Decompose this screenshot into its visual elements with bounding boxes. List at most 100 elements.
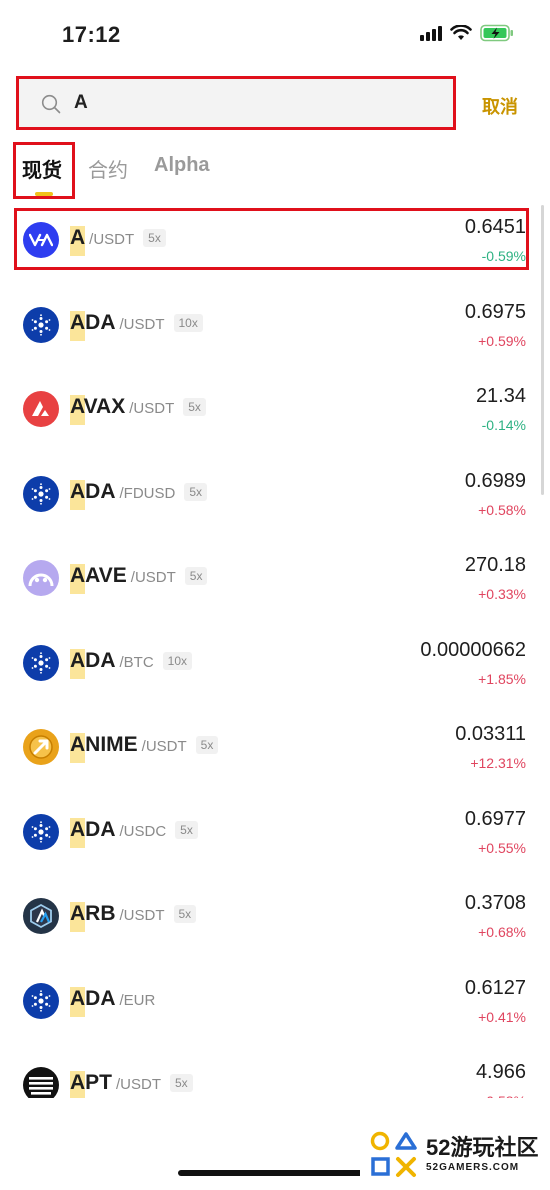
scrollbar[interactable] [541,205,544,495]
last-price: 0.3708 [464,892,526,914]
cardano-icon [23,813,59,850]
last-price: 0.6977 [464,807,526,830]
pair-row[interactable]: ADA/BTC 10x 0.00000662 +1.85% [0,623,540,708]
search-match-highlight [70,1071,85,1098]
search-match-highlight [70,564,85,594]
anime-icon [23,729,59,765]
last-price: 0.00000662 [420,638,526,661]
cardano-icon [23,475,59,512]
quote-currency: /USDT [89,231,135,248]
leverage-badge: 5x [173,905,197,923]
watermark-logo-icon [370,1131,417,1177]
home-indicator[interactable] [178,1170,373,1176]
base-symbol: AVAX [70,395,125,425]
search-match-highlight [70,310,85,341]
pair-name: ADA/EUR [70,986,156,1017]
base-symbol: ADA [70,648,116,679]
leverage-badge: 5x [170,1074,193,1092]
quote-currency: /EUR [119,991,156,1009]
status-icons [420,24,514,42]
price-change: +0.33% [478,586,526,602]
watermark-subtitle: 52GAMERS.COM [426,1162,520,1173]
search-match-highlight [70,986,85,1017]
base-symbol: ARB [70,902,116,932]
price-change: +12.31% [470,755,526,771]
quote-currency: /USDT [141,738,187,755]
leverage-badge: 5x [143,229,166,247]
pair-name: AAVE/USDT 5x [70,564,208,594]
leverage-badge: 5x [184,482,208,501]
price-change: +1.85% [478,670,526,687]
pair-row[interactable]: AAVE/USDT 5x 270.18 +0.33% [0,538,540,623]
last-price: 21.34 [475,385,526,407]
wifi-icon [450,25,472,40]
pair-row[interactable]: AVAX/USDT 5x 21.34 -0.14% [0,369,540,454]
cellular-signal-icon [420,25,442,41]
pair-row[interactable]: ARB/USDT 5x 0.3708 +0.68% [0,876,540,961]
watermark: 52游玩社区 52GAMERS.COM [360,1115,550,1190]
pair-name: ADA/USDT 10x [70,310,203,341]
quote-currency: /USDT [130,569,176,586]
avalanche-icon [23,391,59,427]
quote-currency: /USDT [116,1076,161,1093]
price-change: +0.68% [478,924,526,940]
price-change: -0.14% [481,417,526,433]
price-change: +0.59% [478,332,526,349]
last-price: 0.6451 [464,216,526,238]
active-tab-indicator [35,192,53,196]
aave-icon [23,560,59,596]
search-icon [41,94,61,114]
cardano-icon [23,306,59,343]
pair-row[interactable]: A/USDT 5x 0.6451 -0.59% [0,200,540,285]
pair-row[interactable]: ADA/USDT 10x 0.6975 +0.59% [0,285,540,370]
pair-row[interactable]: ADA/EUR 0.6127 +0.41% [0,961,540,1046]
pair-name: APT/USDT 5x [70,1071,193,1098]
price-change: +0.58% [478,1093,526,1098]
last-price: 0.03311 [455,723,526,745]
search-input[interactable]: A [74,92,88,114]
cardano-icon [23,982,59,1019]
last-price: 0.6975 [464,300,526,323]
leverage-badge: 5x [195,736,219,754]
watermark-title: 52游玩社区 [426,1135,539,1160]
search-box[interactable]: A [16,76,456,130]
tab-spot[interactable]: 现货 [22,154,62,183]
arbitrum-icon [23,898,59,934]
search-match-highlight [70,648,85,679]
cardano-icon [23,644,59,681]
search-match-highlight [70,479,85,510]
tab-alpha[interactable]: Alpha [154,154,210,177]
base-symbol: APT [70,1071,112,1098]
last-price: 0.6127 [464,976,526,999]
search-match-highlight [70,902,85,932]
base-symbol: ANIME [70,733,138,763]
pair-name: ADA/FDUSD 5x [70,479,208,510]
pair-name: ANIME/USDT 5x [70,733,219,763]
price-change: +0.41% [478,1008,526,1025]
leverage-badge: 5x [184,567,208,585]
pair-row[interactable]: ANIME/USDT 5x 0.03311 +12.31% [0,707,540,792]
base-symbol: ADA [70,310,116,341]
leverage-badge: 5x [175,820,198,839]
leverage-badge: 10x [173,313,203,332]
pair-row[interactable]: ADA/USDC 5x 0.6977 +0.55% [0,792,540,877]
pair-row[interactable]: ADA/FDUSD 5x 0.6989 +0.58% [0,454,540,539]
leverage-badge: 5x [183,398,206,416]
price-change: +0.55% [478,839,526,856]
search-match-highlight [70,226,85,256]
search-result-list[interactable]: A/USDT 5x 0.6451 -0.59% ADA/USDT 10x 0.6975 +0.… [0,200,550,1098]
search-match-highlight [70,817,85,848]
vaulta-icon [23,222,59,258]
pair-name: A/USDT 5x [70,226,166,256]
tab-futures[interactable]: 合约 [88,154,128,183]
pair-row[interactable]: APT/USDT 5x 4.966 +0.58% [0,1045,540,1098]
last-price: 0.6989 [464,469,526,492]
pair-name: AVAX/USDT 5x [70,395,206,425]
leverage-badge: 10x [162,651,193,670]
quote-currency: /USDC [119,822,167,840]
pair-name: ADA/USDC 5x [70,817,198,848]
cancel-button[interactable]: 取消 [482,93,518,119]
pair-name: ARB/USDT 5x [70,902,197,932]
quote-currency: /BTC [119,653,154,671]
search-match-highlight [70,733,85,763]
